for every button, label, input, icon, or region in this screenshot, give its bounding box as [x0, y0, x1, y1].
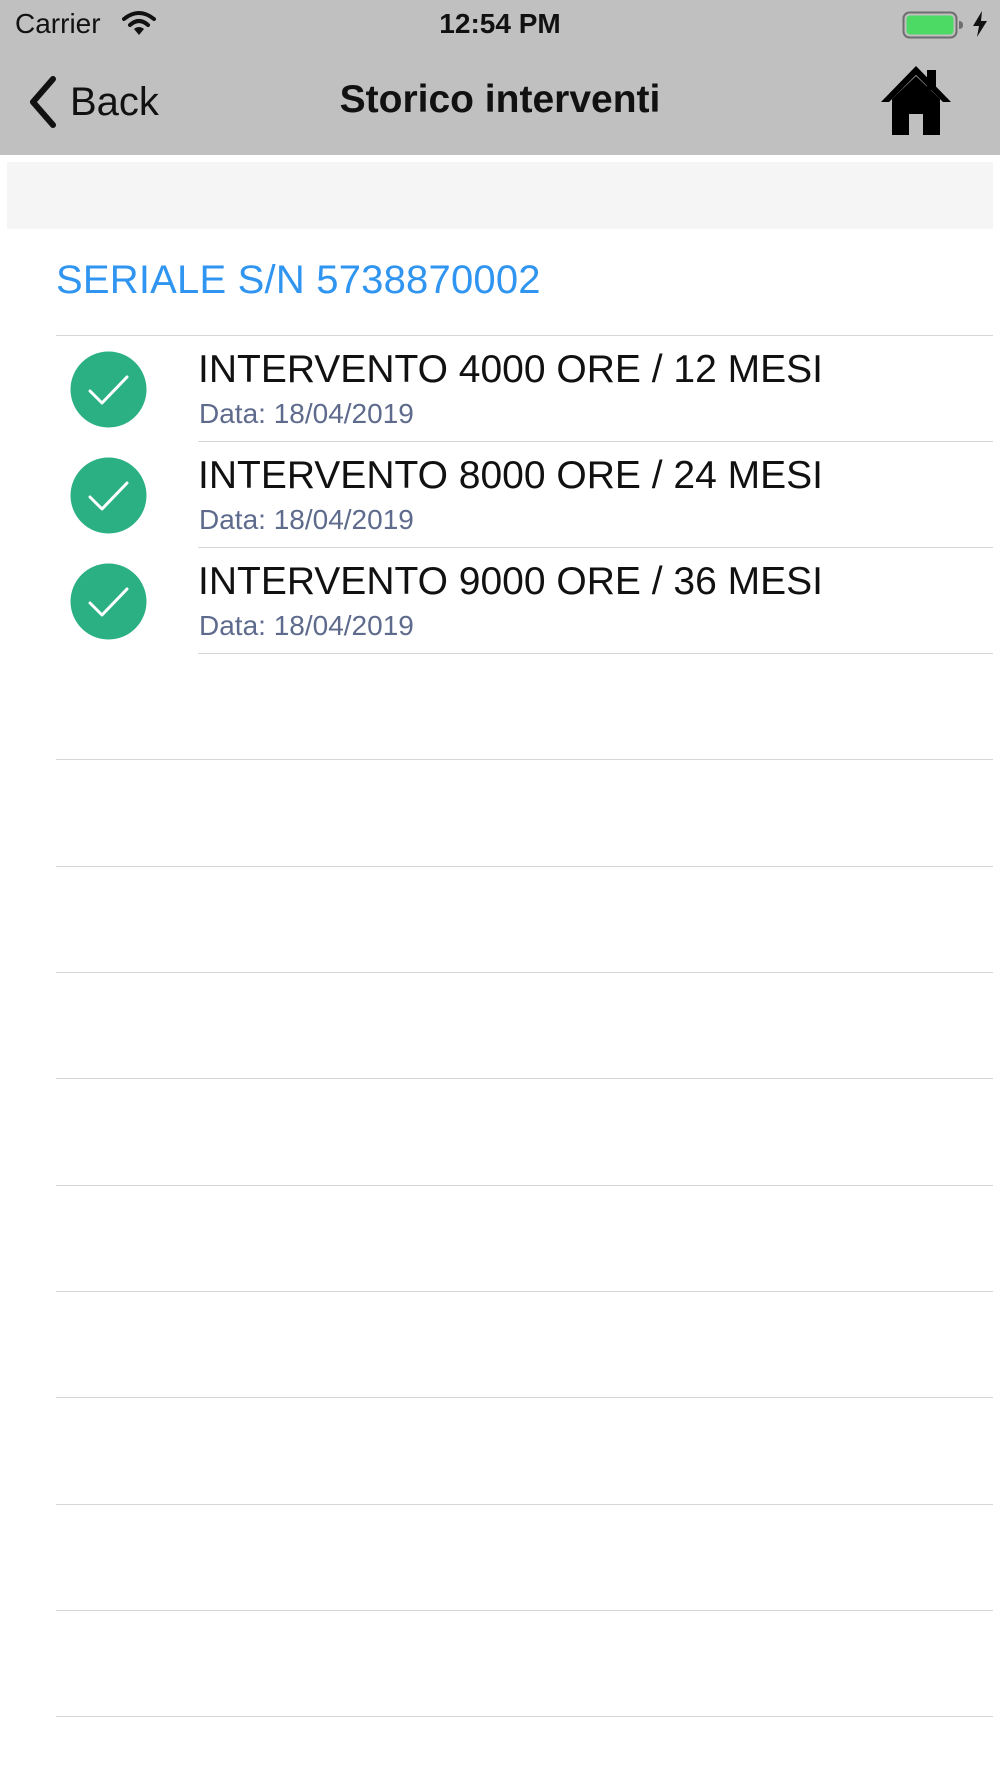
list-item[interactable]: INTERVENTO 8000 ORE / 24 MESI Data: 18/0… [0, 442, 1000, 548]
empty-row-separator [56, 1291, 993, 1292]
check-circle-icon [70, 563, 147, 640]
item-title: INTERVENTO 4000 ORE / 12 MESI [198, 348, 823, 391]
empty-row-separator [56, 1185, 993, 1186]
item-date: Data: 18/04/2019 [199, 610, 414, 641]
empty-row-separator [56, 1397, 993, 1398]
row-divider [198, 653, 993, 654]
item-date: Data: 18/04/2019 [199, 504, 414, 535]
empty-row-separator [56, 1078, 993, 1079]
check-circle-icon [70, 351, 147, 428]
empty-row-separator [56, 866, 993, 867]
item-date: Data: 18/04/2019 [199, 398, 414, 429]
empty-row-separator [56, 972, 993, 973]
empty-row-separator [56, 1504, 993, 1505]
list-item[interactable]: INTERVENTO 4000 ORE / 12 MESI Data: 18/0… [0, 336, 1000, 442]
empty-row-separator [56, 1716, 993, 1717]
list-item[interactable]: INTERVENTO 9000 ORE / 36 MESI Data: 18/0… [0, 548, 1000, 654]
check-circle-icon [70, 457, 147, 534]
interventions-list: INTERVENTO 4000 ORE / 12 MESI Data: 18/0… [0, 336, 1000, 654]
empty-row-separator [56, 759, 993, 760]
page-title: Storico interventi [339, 78, 661, 121]
item-title: INTERVENTO 8000 ORE / 24 MESI [198, 454, 823, 497]
battery-icon [902, 11, 963, 39]
top-bar: Carrier 12:54 PM Back Storico interventi [0, 0, 1000, 155]
status-time: 12:54 PM [439, 8, 561, 39]
empty-row-separator [56, 1610, 993, 1611]
search-area-band [7, 162, 993, 229]
charging-icon [973, 11, 987, 37]
section-header: SERIALE S/N 5738870002 [56, 258, 541, 302]
item-title: INTERVENTO 9000 ORE / 36 MESI [198, 560, 823, 603]
home-icon[interactable] [878, 64, 954, 138]
